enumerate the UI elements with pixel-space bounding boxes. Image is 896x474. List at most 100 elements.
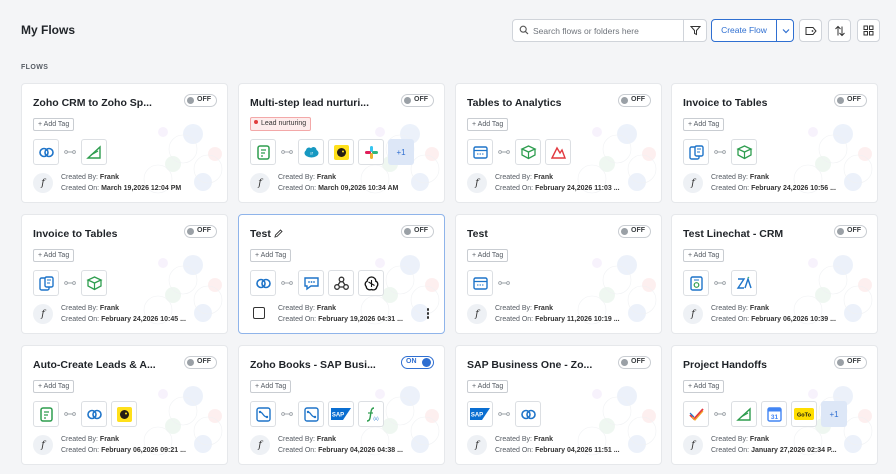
- flow-title[interactable]: Auto-Create Leads & A...: [33, 359, 156, 371]
- flow-tag[interactable]: Lead nurturing: [250, 117, 312, 131]
- flow-status-toggle[interactable]: OFF: [618, 225, 651, 238]
- flow-connector-icon: [63, 410, 77, 418]
- add-tag-button[interactable]: + Add Tag: [683, 249, 725, 262]
- search-input[interactable]: [533, 22, 681, 39]
- add-tag-button[interactable]: + Add Tag: [683, 380, 725, 393]
- mailchimp-icon: [111, 401, 137, 427]
- gotodo-icon: GoTo: [791, 401, 817, 427]
- zoho-books-icon: [250, 401, 276, 427]
- zoho-crm-za-icon: [731, 270, 757, 296]
- pencil-icon[interactable]: [274, 229, 283, 241]
- avatar: f: [33, 435, 53, 455]
- add-tag-button[interactable]: + Add Tag: [33, 380, 75, 393]
- svg-text:31: 31: [770, 414, 778, 421]
- flow-status-toggle[interactable]: OFF: [834, 356, 867, 369]
- chevron-down-icon: [782, 28, 789, 33]
- zoho-crm-icon: [33, 139, 59, 165]
- flow-card[interactable]: Invoice to Tables OFF + Add Tag f Created By…: [671, 83, 878, 203]
- zoho-books-icon: [298, 401, 324, 427]
- flow-status-toggle[interactable]: OFF: [184, 356, 217, 369]
- zoho-analytics-icon: [545, 139, 571, 165]
- flow-card[interactable]: Test OFF + Add Tag f Created By: Frank Create…: [455, 214, 662, 334]
- flow-meta: Created By: Frank Created On: February 24…: [61, 305, 186, 323]
- add-tag-button[interactable]: + Add Tag: [33, 249, 75, 262]
- flow-status-toggle[interactable]: OFF: [184, 225, 217, 238]
- flow-status-toggle[interactable]: ON: [401, 356, 434, 369]
- add-tag-button[interactable]: + Add Tag: [250, 249, 292, 262]
- zoho-projects-icon: [683, 401, 709, 427]
- avatar: f: [683, 304, 703, 324]
- tag-manager-button[interactable]: [799, 19, 822, 42]
- add-tag-button[interactable]: + Add Tag: [467, 118, 509, 131]
- zoho-tables-icon: [467, 139, 493, 165]
- zoho-tables-green-icon: [81, 270, 107, 296]
- flow-apps: [683, 270, 761, 296]
- flow-card[interactable]: Zoho Books - SAP Busi... ON + Add Tag SAP (x…: [238, 345, 445, 465]
- add-tag-button[interactable]: + Add Tag: [33, 118, 75, 131]
- more-options-icon[interactable]: [426, 308, 430, 320]
- flow-connector-icon: [280, 410, 294, 418]
- flow-title[interactable]: Invoice to Tables: [33, 228, 117, 240]
- avatar: f: [683, 435, 703, 455]
- more-apps-badge[interactable]: +1: [821, 401, 847, 427]
- create-flow-dropdown[interactable]: [777, 20, 794, 41]
- flow-card[interactable]: Invoice to Tables OFF + Add Tag f Created By…: [21, 214, 228, 334]
- flow-connector-icon: [713, 279, 727, 287]
- avatar: f: [250, 435, 270, 455]
- flow-meta: Created By: Frank Created On: February 24…: [495, 174, 620, 192]
- flow-title[interactable]: Multi-step lead nurturi...: [250, 97, 369, 109]
- flow-status-toggle[interactable]: OFF: [401, 94, 434, 107]
- flow-apps: [33, 270, 111, 296]
- flow-status-toggle[interactable]: OFF: [618, 356, 651, 369]
- flow-title[interactable]: Test: [467, 228, 488, 240]
- add-tag-button[interactable]: + Add Tag: [683, 118, 725, 131]
- flow-status-toggle[interactable]: OFF: [401, 225, 434, 238]
- flow-meta: Created By: Frank Created On: February 24…: [711, 174, 836, 192]
- flow-connector-icon: [713, 410, 727, 418]
- flow-card[interactable]: Project Handoffs OFF + Add Tag 31 GoTo +1 f Cre…: [671, 345, 878, 465]
- flow-connector-icon: [280, 279, 294, 287]
- flow-meta: Created By: Frank Created On: February 06…: [61, 436, 186, 454]
- create-flow-label[interactable]: Create Flow: [712, 20, 776, 41]
- add-tag-button[interactable]: + Add Tag: [250, 380, 292, 393]
- grid-view-button[interactable]: [857, 19, 880, 42]
- zoho-crm-icon: [515, 401, 541, 427]
- flow-card[interactable]: Test Linechat - CRM OFF + Add Tag f Created …: [671, 214, 878, 334]
- more-apps-badge[interactable]: +1: [388, 139, 414, 165]
- flow-status-toggle[interactable]: OFF: [184, 94, 217, 107]
- flow-connector-icon: [497, 410, 511, 418]
- google-calendar-icon: 31: [761, 401, 787, 427]
- flow-card[interactable]: Tables to Analytics OFF + Add Tag f Created …: [455, 83, 662, 203]
- flow-status-toggle[interactable]: OFF: [834, 225, 867, 238]
- select-checkbox[interactable]: [253, 307, 265, 319]
- flow-card[interactable]: SAP Business One - Zo... OFF + Add Tag SAP f…: [455, 345, 662, 465]
- add-tag-button[interactable]: + Add Tag: [467, 249, 509, 262]
- page-title: My Flows: [21, 23, 76, 37]
- flow-status-toggle[interactable]: OFF: [618, 94, 651, 107]
- flow-title[interactable]: Tables to Analytics: [467, 97, 562, 109]
- flow-title[interactable]: Zoho CRM to Zoho Sp...: [33, 97, 152, 109]
- flow-apps: [33, 401, 141, 427]
- zoho-invoice-icon: [33, 270, 59, 296]
- flow-card[interactable]: Auto-Create Leads & A... OFF + Add Tag f Cre…: [21, 345, 228, 465]
- add-tag-button[interactable]: + Add Tag: [467, 380, 509, 393]
- avatar: f: [467, 435, 487, 455]
- flow-connector-icon: [63, 148, 77, 156]
- flow-apps: [250, 270, 388, 296]
- flow-card[interactable]: Multi-step lead nurturi... OFF Lead nurtur…: [238, 83, 445, 203]
- flow-title[interactable]: Zoho Books - SAP Busi...: [250, 359, 376, 371]
- flow-title[interactable]: SAP Business One - Zo...: [467, 359, 592, 371]
- flow-title[interactable]: Project Handoffs: [683, 359, 767, 371]
- flow-title[interactable]: Test: [250, 228, 283, 241]
- flow-card[interactable]: Test OFF + Add Tag Created By: Frank Created…: [238, 214, 445, 334]
- flow-connector-icon: [63, 279, 77, 287]
- search-box[interactable]: [512, 19, 684, 42]
- flow-card[interactable]: Zoho CRM to Zoho Sp... OFF + Add Tag f Creat…: [21, 83, 228, 203]
- flow-title[interactable]: Invoice to Tables: [683, 97, 767, 109]
- create-flow-button[interactable]: Create Flow: [711, 19, 794, 42]
- filter-button[interactable]: [683, 19, 707, 42]
- flow-title[interactable]: Test Linechat - CRM: [683, 228, 783, 240]
- sap-icon: SAP: [467, 401, 493, 427]
- sort-button[interactable]: [828, 19, 851, 42]
- flow-status-toggle[interactable]: OFF: [834, 94, 867, 107]
